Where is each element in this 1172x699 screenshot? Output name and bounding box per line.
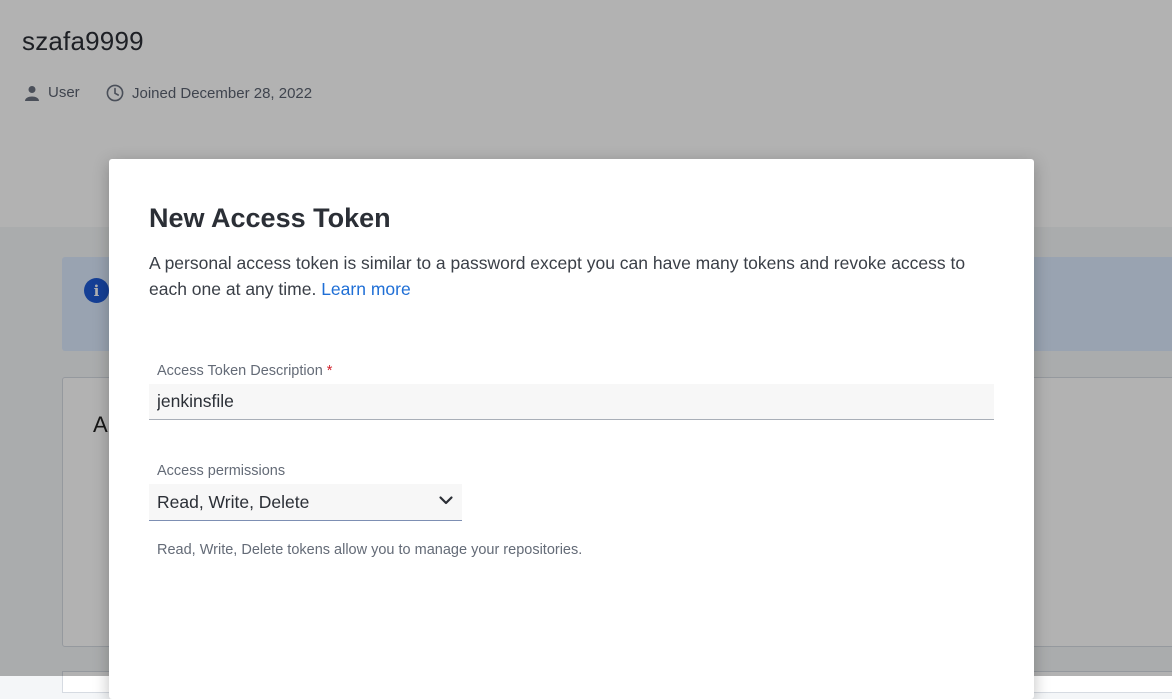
required-indicator: * — [326, 363, 333, 379]
token-description-label: Access Token Description * — [157, 363, 332, 379]
dialog-description-text: A personal access token is similar to a … — [149, 253, 966, 299]
dialog-description: A personal access token is similar to a … — [149, 250, 979, 302]
new-access-token-dialog: New Access Token A personal access token… — [109, 159, 1034, 699]
token-description-input[interactable] — [149, 384, 994, 420]
dialog-title: New Access Token — [149, 203, 391, 233]
access-permissions-label: Access permissions — [157, 463, 286, 479]
token-description-label-text: Access Token Description — [157, 363, 323, 379]
chevron-down-icon — [438, 492, 454, 513]
access-permissions-helper: Read, Write, Delete tokens allow you to … — [157, 542, 583, 558]
access-permissions-value: Read, Write, Delete — [157, 491, 310, 512]
access-permissions-select[interactable]: Read, Write, Delete — [149, 484, 462, 521]
learn-more-link[interactable]: Learn more — [321, 279, 411, 299]
